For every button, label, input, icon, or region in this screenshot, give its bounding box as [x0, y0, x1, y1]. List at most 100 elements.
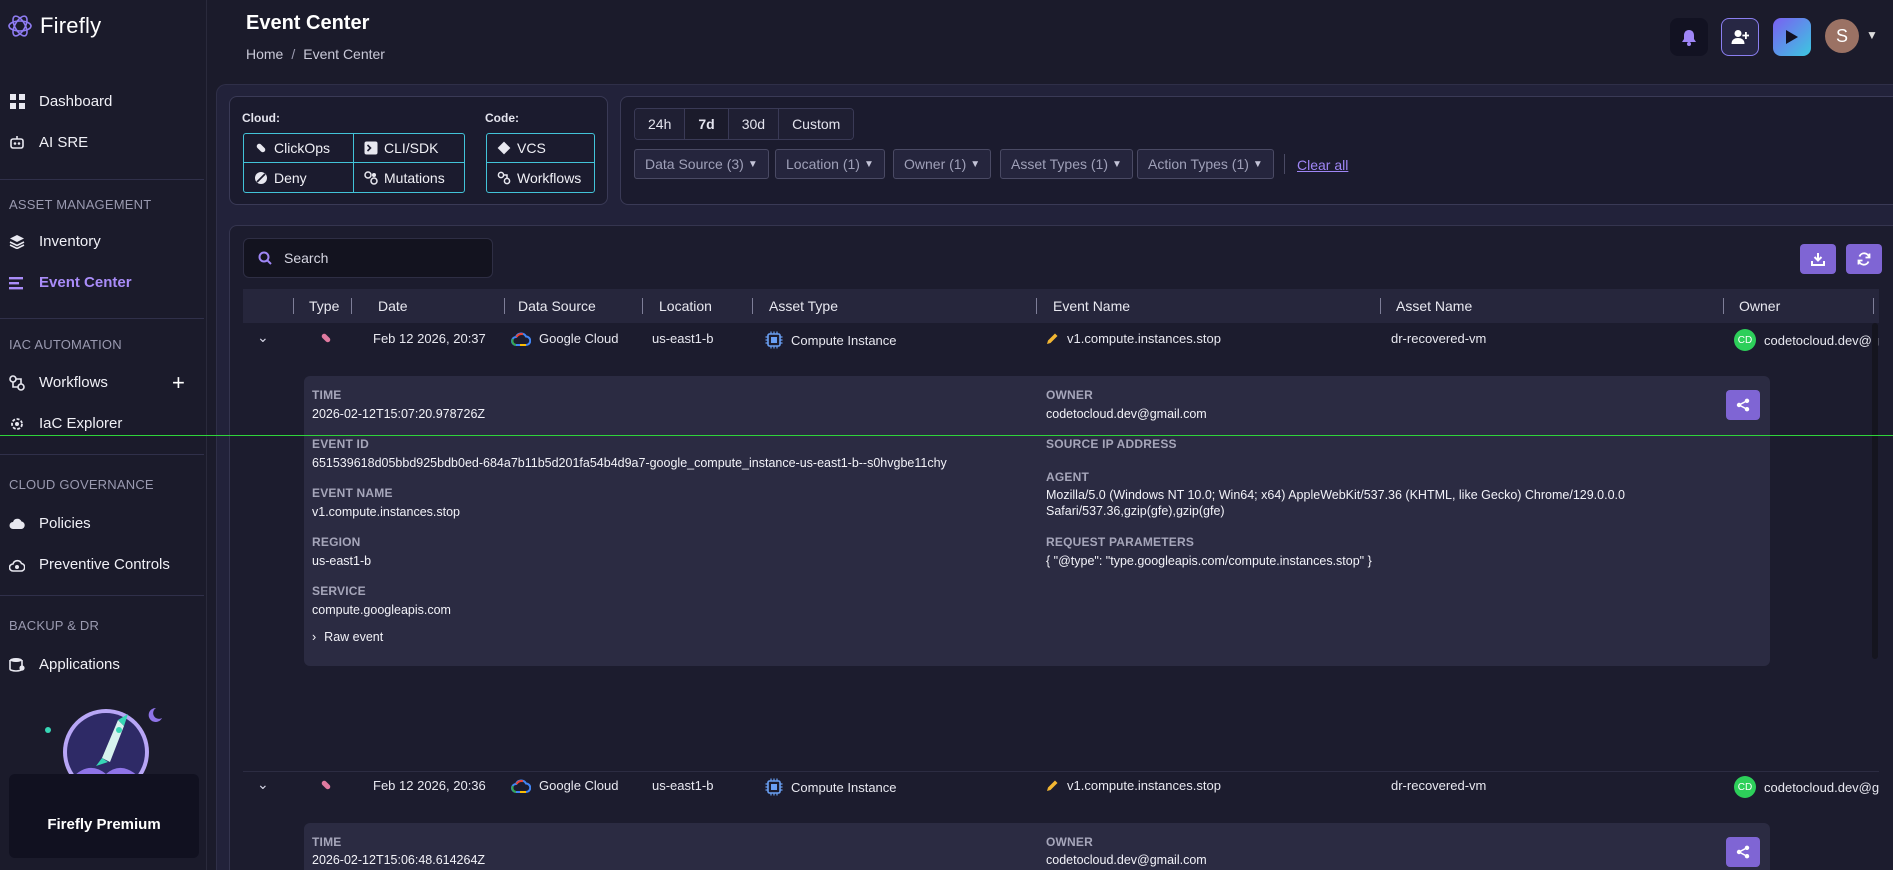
- sidebar-divider: [0, 179, 204, 180]
- sidebar-item-inventory[interactable]: Inventory: [9, 233, 101, 250]
- notifications-button[interactable]: [1670, 18, 1708, 56]
- event-detail-panel: [304, 376, 1770, 666]
- detail-region-label: REGION: [312, 535, 361, 549]
- column-asset-type[interactable]: Asset Type: [769, 298, 838, 314]
- asset-types-dropdown[interactable]: Asset Types (1) ▼: [1000, 149, 1133, 179]
- column-data-source[interactable]: Data Source: [518, 298, 596, 314]
- type-workflows[interactable]: Workflows: [487, 163, 594, 192]
- caret-down-icon: ▼: [1252, 158, 1263, 170]
- sidebar-item-label: Event Center: [39, 274, 132, 291]
- breadcrumb-current: Event Center: [303, 46, 385, 62]
- caret-down-icon: ▼: [970, 158, 981, 170]
- owner-avatar: CD: [1734, 776, 1756, 798]
- search-icon: [258, 251, 272, 265]
- detail-time-label: TIME: [312, 388, 342, 402]
- location-dropdown[interactable]: Location (1) ▼: [775, 149, 885, 179]
- detail-service-value: compute.googleapis.com: [312, 603, 451, 617]
- column-separator: [1873, 298, 1874, 314]
- detail-source-ip-label: SOURCE IP ADDRESS: [1046, 437, 1177, 451]
- search-box[interactable]: [243, 238, 493, 278]
- code-type-grid: VCS Workflows: [486, 133, 595, 193]
- time-range-7d[interactable]: 7d: [685, 109, 729, 139]
- detail-time-value: 2026-02-12T15:07:20.978726Z: [312, 407, 486, 421]
- premium-card[interactable]: Firefly Premium: [9, 774, 199, 858]
- raw-event-toggle[interactable]: › Raw event: [312, 630, 383, 644]
- column-separator: [293, 298, 294, 314]
- sidebar-item-workflows[interactable]: Workflows: [9, 374, 108, 391]
- data-source-dropdown[interactable]: Data Source (3) ▼: [634, 149, 769, 179]
- sidebar-item-event-center[interactable]: Event Center: [9, 274, 132, 291]
- share-button[interactable]: [1726, 390, 1760, 420]
- guide-line: [0, 435, 1893, 436]
- collapse-chevron-icon[interactable]: ⌄: [257, 776, 269, 793]
- share-button[interactable]: [1726, 837, 1760, 867]
- row-asset-name: dr-recovered-vm: [1391, 778, 1487, 793]
- user-avatar[interactable]: S: [1825, 19, 1859, 53]
- sidebar-item-iac-explorer[interactable]: IaC Explorer: [9, 415, 122, 432]
- column-date[interactable]: Date: [378, 298, 408, 314]
- table-row[interactable]: ⌄ Feb 12 2026, 20:37 Google Cloud us-eas…: [243, 323, 1879, 357]
- chevron-down-icon[interactable]: ▼: [1866, 28, 1878, 42]
- firefly-logo-icon: [8, 15, 32, 37]
- sidebar-item-label: IaC Explorer: [39, 415, 123, 432]
- sidebar-item-dashboard[interactable]: Dashboard: [9, 93, 112, 110]
- column-owner[interactable]: Owner: [1739, 298, 1780, 314]
- column-asset-name[interactable]: Asset Name: [1396, 298, 1472, 314]
- time-range-24h[interactable]: 24h: [635, 109, 686, 139]
- sidebar-item-policies[interactable]: Policies: [9, 515, 91, 532]
- owner-dropdown[interactable]: Owner (1) ▼: [893, 149, 992, 179]
- time-range-30d[interactable]: 30d: [728, 109, 780, 139]
- time-range-custom[interactable]: Custom: [779, 109, 854, 139]
- sidebar-item-preventive-controls[interactable]: Preventive Controls: [9, 556, 170, 573]
- column-separator: [351, 298, 352, 314]
- search-input[interactable]: [284, 250, 474, 266]
- table-scrollbar[interactable]: [1872, 323, 1878, 659]
- sidebar-item-ai-sre[interactable]: AI SRE: [9, 134, 88, 151]
- sidebar-divider: [0, 454, 204, 455]
- type-deny[interactable]: Deny: [244, 163, 354, 192]
- compute-instance-icon: [765, 778, 783, 796]
- detail-service-label: SERVICE: [312, 584, 366, 598]
- table-row[interactable]: ⌄ Feb 12 2026, 20:36 Google Cloud us-eas…: [243, 770, 1879, 804]
- clickops-pill-icon: [319, 331, 333, 345]
- share-icon: [1736, 845, 1750, 859]
- section-title-backup-dr: BACKUP & DR: [9, 618, 100, 633]
- mutations-icon: [364, 170, 378, 185]
- event-list-icon: [9, 275, 25, 291]
- type-mutations[interactable]: Mutations: [354, 163, 464, 192]
- share-icon: [1736, 398, 1750, 412]
- type-cli-sdk[interactable]: CLI/SDK: [354, 134, 464, 163]
- preventive-controls-icon: [9, 557, 25, 573]
- column-event-name[interactable]: Event Name: [1053, 298, 1130, 314]
- sidebar-item-label: AI SRE: [39, 134, 89, 151]
- dashboard-icon: [9, 94, 25, 110]
- chevron-right-icon: ›: [312, 630, 317, 644]
- add-workflow-icon[interactable]: +: [172, 372, 185, 394]
- pill-icon: [256, 143, 266, 153]
- row-asset-name: dr-recovered-vm: [1391, 331, 1487, 346]
- app-logo[interactable]: Firefly: [6, 12, 101, 40]
- play-button[interactable]: [1773, 18, 1811, 56]
- add-user-button[interactable]: [1721, 18, 1759, 56]
- sidebar-item-label: Policies: [39, 515, 91, 532]
- action-types-dropdown[interactable]: Action Types (1) ▼: [1137, 149, 1274, 179]
- sidebar-item-applications[interactable]: Applications: [9, 656, 120, 673]
- download-button[interactable]: [1800, 244, 1836, 274]
- type-clickops[interactable]: ClickOps: [244, 134, 354, 163]
- breadcrumb-home[interactable]: Home: [246, 46, 283, 62]
- applications-icon: [9, 657, 25, 673]
- google-cloud-icon: [511, 332, 531, 346]
- detail-region-value: us-east1-b: [312, 554, 372, 568]
- refresh-button[interactable]: [1846, 244, 1882, 274]
- column-type[interactable]: Type: [309, 298, 339, 314]
- column-location[interactable]: Location: [659, 298, 712, 314]
- type-vcs[interactable]: VCS: [487, 134, 594, 163]
- row-data-source: Google Cloud: [511, 778, 619, 793]
- row-event-name: v1.compute.instances.stop: [1046, 778, 1221, 793]
- code-label: Code:: [485, 111, 519, 125]
- column-separator: [1036, 298, 1037, 314]
- bell-icon: [1682, 29, 1696, 46]
- collapse-chevron-icon[interactable]: ⌄: [257, 329, 269, 346]
- row-data-source: Google Cloud: [511, 331, 619, 346]
- clear-all-link[interactable]: Clear all: [1297, 157, 1348, 173]
